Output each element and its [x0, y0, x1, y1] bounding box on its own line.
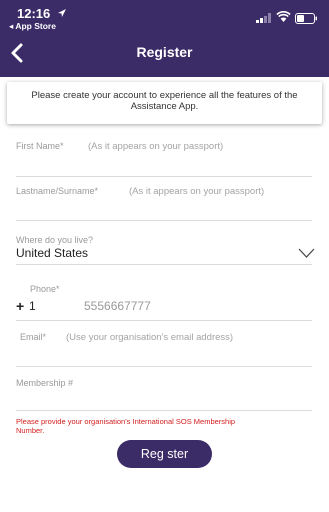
last-name-input[interactable]: [16, 220, 312, 221]
first-name-label: First Name*: [16, 141, 64, 151]
chevron-down-icon[interactable]: [298, 247, 315, 259]
first-name-input[interactable]: [16, 176, 312, 177]
app-header: 12:16 ◂ App Store Register: [0, 0, 329, 77]
info-notice-card: Please create your account to experience…: [7, 82, 322, 124]
last-name-label: Lastname/Surname*: [16, 186, 99, 196]
status-time: 12:16: [17, 6, 51, 21]
phone-label: Phone*: [30, 284, 60, 294]
membership-label: Membership #: [16, 378, 74, 388]
email-input[interactable]: [16, 366, 312, 367]
back-to-app-store-link[interactable]: ◂ App Store: [9, 21, 56, 32]
location-arrow-icon: [58, 9, 66, 17]
info-notice-text: Please create your account to experience…: [31, 90, 298, 112]
page-title: Register: [136, 44, 193, 60]
phone-underline: [16, 320, 312, 321]
phone-input[interactable]: 5556667777: [84, 299, 151, 313]
status-bar: 12:16 ◂ App Store: [0, 0, 329, 36]
last-name-hint: (As it appears on your passport): [129, 186, 265, 197]
membership-error-message: Please provide your organisation's Inter…: [16, 417, 236, 435]
phone-plus: +: [16, 298, 25, 314]
country-select[interactable]: United States: [16, 246, 88, 260]
country-underline: [16, 264, 312, 265]
email-label: Email*: [20, 332, 47, 342]
register-button[interactable]: Reg ster: [117, 440, 212, 468]
battery-icon: [295, 13, 317, 24]
country-label: Where do you live?: [16, 235, 94, 245]
wifi-icon: [276, 11, 291, 22]
country-code-input[interactable]: 1: [29, 299, 36, 313]
first-name-hint: (As it appears on your passport): [88, 141, 224, 152]
email-hint: (Use your organisation's email address): [66, 332, 234, 343]
membership-input[interactable]: [16, 410, 312, 411]
cellular-signal-icon: [256, 13, 271, 23]
